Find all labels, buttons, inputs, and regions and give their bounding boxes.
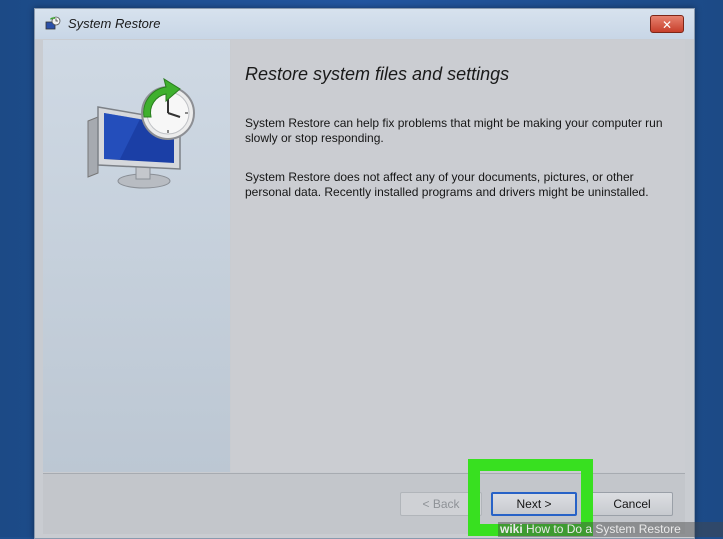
title-bar[interactable]: System Restore ✕ [35,9,694,39]
watermark-text: How to Do a System Restore [526,522,681,536]
page-title: Restore system files and settings [245,64,510,84]
content-pane: Restore system files and settings System… [231,40,685,472]
computer-clock-restore-icon [87,77,195,189]
cancel-button[interactable]: Cancel [591,492,673,516]
system-restore-icon [45,16,61,30]
close-icon: ✕ [661,18,673,32]
system-restore-window: System Restore ✕ Restore system files an… [34,8,695,539]
close-button[interactable]: ✕ [650,15,684,33]
left-banner-pane [43,40,230,472]
window-title: System Restore [68,16,161,31]
wikihow-watermark: wiki How to Do a System Restore [498,522,723,537]
description-paragraph-2: System Restore does not affect any of yo… [245,170,649,199]
description-paragraph-1: System Restore can help fix problems tha… [245,116,663,145]
watermark-brand: wiki [500,522,523,536]
